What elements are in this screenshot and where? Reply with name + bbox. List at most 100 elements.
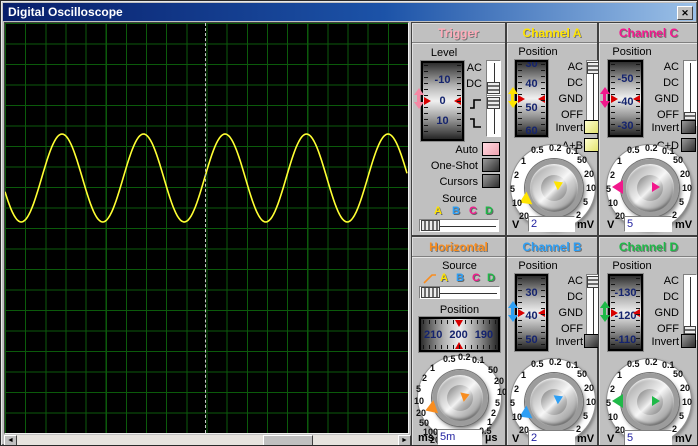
channel-a-title: Channel A — [522, 26, 582, 40]
scroll-left-button[interactable]: ◄ — [4, 435, 17, 445]
channel-b-position-arrow[interactable] — [507, 301, 518, 322]
position-tick: 50 — [525, 102, 538, 114]
trigger-ac-label: AC — [466, 62, 482, 74]
position-marker-top — [455, 320, 463, 327]
trigger-coupling-switch-thumb[interactable] — [487, 82, 500, 94]
knob-scale-label: 10 — [608, 198, 619, 208]
trigger-source-slider[interactable] — [419, 219, 499, 232]
trigger-cursor-line[interactable] — [205, 23, 206, 433]
channel-d-value-input[interactable] — [624, 430, 672, 445]
us-unit-label: µs — [485, 432, 498, 444]
scroll-right-button[interactable]: ► — [398, 435, 411, 445]
trigger-edge-switch-thumb[interactable] — [487, 97, 500, 109]
channel-b-panel: Channel B Position 30 40 50 AC DC GND OF… — [506, 236, 600, 445]
millivolt-unit-label: mV — [577, 219, 595, 231]
control-panels: Trigger Level -10 0 10 AC DC Auto One-Sh… — [411, 22, 697, 445]
knob-scale-label: 10 — [608, 412, 619, 422]
channel-d-header: Channel D — [599, 237, 697, 257]
position-marker-right — [633, 309, 640, 317]
close-button[interactable]: ✕ — [677, 6, 693, 20]
title-bar[interactable]: Digital Oscilloscope ✕ — [3, 3, 696, 21]
coupling-gnd-label: GND — [654, 93, 679, 105]
knob-scale-label: 10 — [512, 412, 523, 422]
arrow-stem — [511, 94, 514, 101]
arrow-up-icon — [507, 301, 518, 308]
channel-c-position-arrow[interactable] — [599, 87, 610, 108]
channel-d-invert-button[interactable] — [681, 334, 696, 348]
rising-edge-icon — [470, 99, 481, 109]
arrow-down-icon — [599, 315, 610, 322]
channel-a-sum-button[interactable] — [584, 138, 599, 152]
channel-a-value-input[interactable] — [528, 216, 575, 232]
source-channel-b-label: B — [456, 272, 464, 284]
knob-pointer-outer — [612, 180, 623, 194]
knob-scale-label: 5 — [606, 184, 612, 194]
auto-button[interactable] — [482, 142, 500, 156]
channel-c-value-input[interactable] — [624, 216, 672, 232]
horizontal-title: Horizontal — [429, 240, 488, 254]
trigger-edge-switch[interactable] — [486, 95, 501, 137]
horizontal-position-display[interactable]: 210 200 190 18 — [419, 317, 500, 352]
channel-d-coupling-switch[interactable] — [683, 274, 697, 340]
knob-scale-label: 5 — [495, 398, 501, 408]
knob-scale-label: 0.2 — [458, 352, 471, 362]
timebase-value-input[interactable] — [437, 429, 482, 445]
position-marker-bottom — [455, 342, 463, 349]
channel-a-position-arrow[interactable] — [507, 87, 518, 108]
arrow-down-icon — [507, 101, 518, 108]
knob-scale-label: 20 — [584, 169, 595, 179]
position-tick: 30 — [525, 287, 538, 299]
channel-a-invert-button[interactable] — [584, 120, 599, 134]
scroll-left-icon: ◄ — [7, 437, 14, 444]
coupling-ac-label: AC — [567, 275, 583, 287]
coupling-gnd-label: GND — [558, 307, 583, 319]
knob-scale-label: 5 — [606, 398, 612, 408]
horizontal-scrollbar[interactable]: ◄ ► — [4, 435, 411, 445]
level-label: Level — [430, 47, 458, 59]
knob-scale-label: 0.5 — [531, 359, 544, 369]
trigger-level-adjust-arrow[interactable] — [413, 88, 424, 109]
position-marker-right — [538, 309, 545, 317]
position-tick: 200 — [449, 328, 468, 341]
knob-scale-label: 0.5 — [531, 145, 544, 155]
channel-c-invert-button[interactable] — [681, 120, 696, 134]
coupling-off-label: OFF — [561, 109, 583, 121]
channel-d-panel: Channel D Position -130 -120 -110 AC DC … — [598, 236, 697, 445]
coupling-off-label: OFF — [657, 109, 679, 121]
channel-b-invert-button[interactable] — [584, 334, 599, 348]
horizontal-source-slider-thumb[interactable] — [421, 287, 440, 298]
position-marker-right — [633, 95, 640, 103]
coupling-ac-label: AC — [567, 61, 583, 73]
channel-a-panel: Channel A Position 30 40 50 60 AC DC GND… — [506, 22, 600, 236]
arrow-stem — [603, 308, 606, 315]
timebase-dial[interactable]: 0.50.20.11251020501002005020105210.5 — [414, 352, 507, 445]
volt-unit-label: V — [607, 219, 615, 231]
knob-scale-label: 10 — [682, 397, 693, 407]
position-marker-left — [518, 95, 525, 103]
knob-scale-label: 2 — [610, 384, 616, 394]
trigger-source-slider-thumb[interactable] — [421, 220, 440, 231]
horizontal-source-slider[interactable] — [419, 286, 500, 299]
scrollbar-thumb[interactable] — [263, 435, 313, 445]
falling-edge-icon — [470, 118, 481, 128]
channel-c-coupling-switch[interactable] — [683, 60, 697, 126]
cursors-button[interactable] — [482, 174, 500, 188]
trigger-source-label: Source — [442, 193, 477, 205]
knob-scale-label: 5 — [510, 184, 516, 194]
sine-wave-path — [5, 133, 408, 223]
position-label: Position — [518, 260, 558, 272]
channel-b-value-input[interactable] — [528, 430, 575, 445]
millivolt-unit-label: mV — [577, 433, 595, 445]
knob-pointer-inner — [651, 182, 660, 192]
one-shot-button[interactable] — [482, 158, 500, 172]
knob-pointer-inner — [460, 389, 472, 402]
knob-scale-label: 1 — [430, 363, 436, 373]
coupling-gnd-label: GND — [558, 93, 583, 105]
channel-d-position-arrow[interactable] — [599, 301, 610, 322]
coupling-dc-label: DC — [567, 291, 583, 303]
oscilloscope-screen — [4, 22, 409, 434]
knob-scale-label: 1 — [521, 156, 527, 166]
knob-scale-label: 0.2 — [549, 357, 562, 367]
trigger-coupling-switch[interactable] — [486, 60, 501, 96]
position-marker-left — [518, 309, 525, 317]
